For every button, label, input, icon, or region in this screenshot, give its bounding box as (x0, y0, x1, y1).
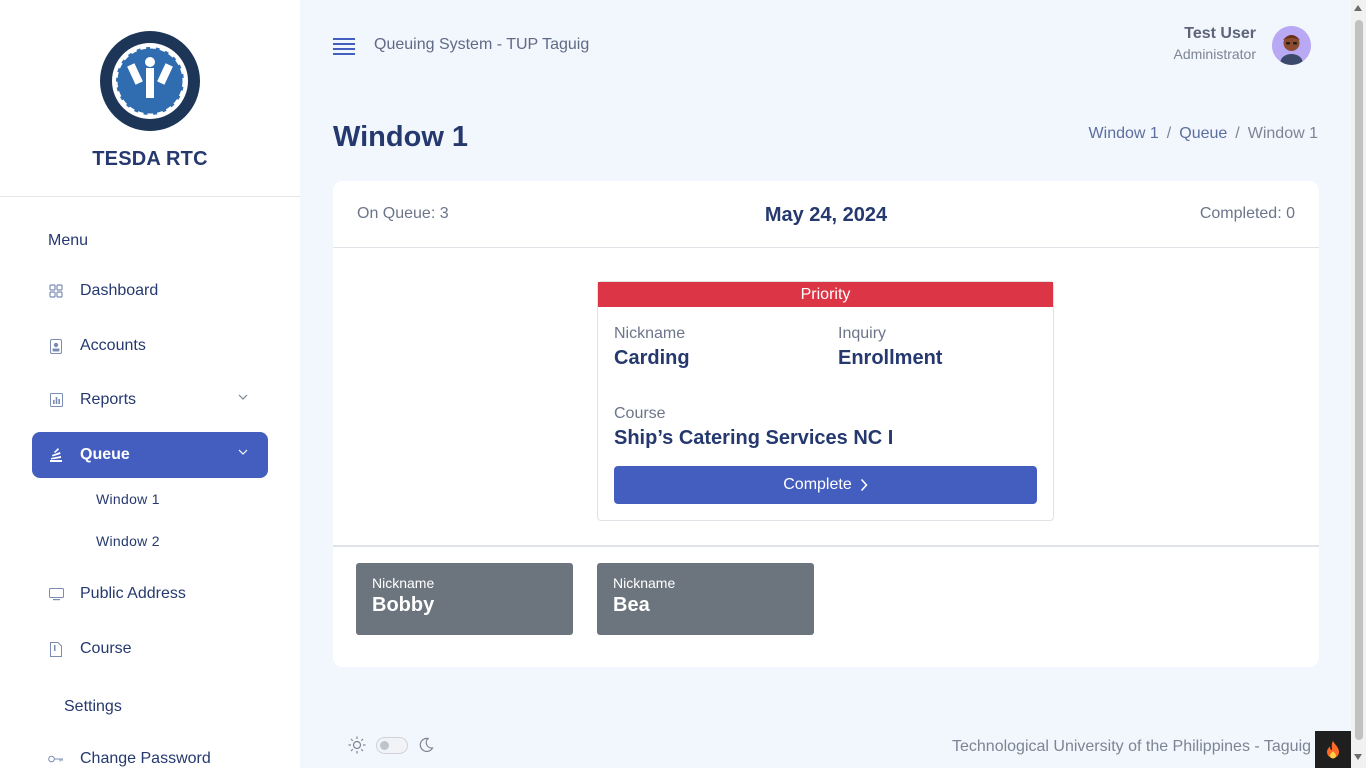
breadcrumb-separator: / (1166, 125, 1172, 142)
sidebar-item-label: Change Password (80, 750, 211, 767)
tesda-logo[interactable] (99, 30, 201, 132)
grid-icon (48, 283, 64, 299)
settings-section-title: Settings (64, 698, 122, 715)
user-name: Test User (1184, 25, 1256, 42)
sidebar-item-reports[interactable]: Reports (32, 377, 268, 423)
sidebar-subitem-window-1[interactable]: Window 1 (96, 491, 160, 507)
page-scrollbar[interactable] (1351, 0, 1366, 768)
monitor-icon (48, 586, 64, 602)
dark-mode-toggle[interactable] (376, 736, 408, 754)
nickname-value: Carding (614, 347, 690, 369)
chevron-down-icon (238, 449, 248, 455)
waiting-ticket[interactable]: Nickname Bobby (356, 563, 573, 635)
key-icon (48, 751, 64, 767)
scrollbar-thumb[interactable] (1355, 20, 1363, 740)
menu-section-title: Menu (48, 232, 89, 249)
brand-name: TESDA RTC (92, 148, 208, 170)
moon-icon (419, 737, 434, 752)
on-queue-count: On Queue: 3 (357, 205, 449, 222)
sidebar-subitem-window-2[interactable]: Window 2 (96, 533, 160, 549)
breadcrumb-item-current: Window 1 (1247, 125, 1318, 142)
complete-button-label: Complete (783, 476, 852, 493)
sidebar-brand: TESDA RTC (0, 0, 300, 197)
sidebar-item-dashboard[interactable]: Dashboard (32, 268, 268, 314)
queue-card: On Queue: 3 Completed: 0 May 24, 2024 Pr… (333, 181, 1319, 667)
sidebar-item-label: Reports (80, 391, 137, 408)
file-icon (48, 641, 64, 657)
sidebar-item-label: Accounts (80, 337, 146, 354)
waiting-nickname-label: Nickname (613, 575, 676, 591)
sidebar-item-accounts[interactable]: Accounts (32, 323, 268, 369)
course-value: Ship’s Catering Services NC I (614, 427, 894, 449)
sidebar-item-public-address[interactable]: Public Address (32, 571, 268, 617)
sidebar-item-queue[interactable]: Queue (32, 432, 268, 478)
bar-chart-icon (48, 392, 64, 408)
sidebar-item-label: Course (80, 640, 132, 657)
sidebar-item-label: Public Address (80, 585, 186, 602)
waiting-ticket[interactable]: Nickname Bea (597, 563, 814, 635)
nickname-label: Nickname (614, 325, 686, 342)
user-role: Administrator (1173, 46, 1256, 62)
complete-button[interactable]: Complete (614, 466, 1037, 504)
theme-toggle-group (348, 736, 434, 754)
sidebar-item-course[interactable]: Course (32, 626, 268, 672)
breadcrumb-item[interactable]: Queue (1179, 125, 1227, 143)
sidebar-item-label: Dashboard (80, 282, 159, 299)
breadcrumb-item[interactable]: Window 1 (1089, 125, 1159, 143)
avatar[interactable] (1272, 26, 1311, 65)
sidebar-item-label: Queue (80, 446, 130, 463)
scroll-down-arrow-icon[interactable] (1354, 754, 1362, 760)
flame-icon[interactable] (1315, 731, 1351, 768)
stack-icon (48, 447, 64, 463)
chevron-right-icon (860, 478, 868, 492)
app-title: Queuing System - TUP Taguig (374, 36, 590, 53)
chevron-down-icon (238, 394, 248, 400)
queue-card-header: On Queue: 3 Completed: 0 (333, 181, 1319, 248)
page-title: Window 1 (333, 121, 469, 153)
completed-count: Completed: 0 (1199, 205, 1295, 222)
waiting-nickname-value: Bea (613, 594, 650, 616)
hamburger-menu-icon[interactable] (333, 37, 355, 55)
priority-badge: Priority (598, 282, 1053, 307)
waiting-nickname-value: Bobby (372, 594, 435, 616)
user-menu[interactable]: Test User Administrator (1174, 25, 1256, 62)
id-badge-icon (48, 338, 64, 354)
waiting-nickname-label: Nickname (372, 575, 435, 591)
inquiry-label: Inquiry (838, 325, 887, 342)
sidebar-item-change-password[interactable]: Change Password (32, 736, 268, 768)
inquiry-value: Enrollment (838, 347, 943, 369)
course-label: Course (614, 405, 666, 422)
sidebar: TESDA RTC Menu Dashboard Accounts Report… (0, 0, 300, 768)
card-divider (333, 545, 1319, 547)
sun-icon (348, 736, 366, 754)
breadcrumb: Window 1 / Queue / Window 1 (1089, 125, 1318, 143)
current-ticket: Priority Nickname Carding Inquiry Enroll… (597, 281, 1054, 521)
footer-text: Technological University of the Philippi… (952, 738, 1312, 755)
scroll-up-arrow-icon[interactable] (1354, 5, 1362, 11)
breadcrumb-separator: / (1235, 125, 1240, 142)
